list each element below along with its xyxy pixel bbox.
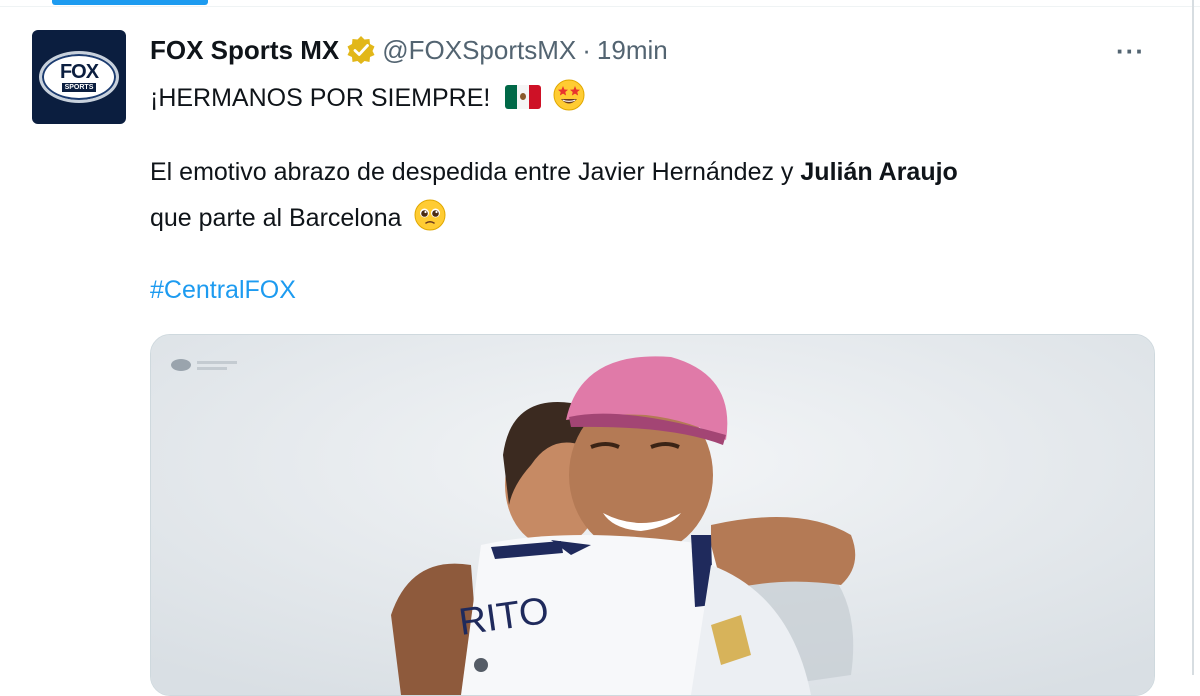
top-divider: [0, 6, 1200, 7]
tweet-media-image[interactable]: RITO: [150, 334, 1155, 696]
active-tab-indicator: [52, 0, 208, 5]
logo-fox-text: FOX: [59, 61, 99, 83]
tweet-text-line3: que parte al Barcelona: [150, 198, 447, 233]
star-struck-emoji-icon: [553, 79, 585, 111]
timestamp[interactable]: 19min: [597, 35, 668, 66]
verified-badge-icon[interactable]: [346, 35, 376, 65]
hashtag-link[interactable]: #CentralFOX: [150, 276, 296, 305]
user-handle[interactable]: @FOXSportsMX: [382, 35, 576, 66]
tweet-headline: ¡HERMANOS POR SIEMPRE!: [150, 84, 491, 112]
tweet-header: FOX Sports MX @FOXSportsMX · 19min: [150, 34, 668, 66]
watermark-logo-icon: [171, 359, 191, 371]
player-name-bold: Julián Araujo: [800, 158, 958, 186]
logo-sports-text: SPORTS: [61, 83, 97, 92]
avatar[interactable]: FOX SPORTS: [32, 30, 126, 124]
scrollbar-edge[interactable]: [1192, 0, 1194, 675]
mexico-flag-icon: [505, 85, 542, 109]
more-options-icon[interactable]: ···: [1116, 36, 1145, 67]
fox-sports-logo: FOX SPORTS: [39, 51, 119, 103]
media-photo: RITO: [151, 335, 1154, 695]
separator-dot: ·: [582, 34, 591, 65]
tweet-body-text-end: que parte al Barcelona: [150, 204, 402, 232]
tweet-text-line1: ¡HERMANOS POR SIEMPRE!: [150, 78, 586, 113]
display-name[interactable]: FOX Sports MX: [150, 35, 339, 66]
pleading-face-emoji-icon: [414, 199, 446, 231]
tweet-text-line2: El emotivo abrazo de despedida entre Jav…: [150, 158, 958, 187]
tweet-body-text: El emotivo abrazo de despedida entre Jav…: [150, 158, 801, 186]
